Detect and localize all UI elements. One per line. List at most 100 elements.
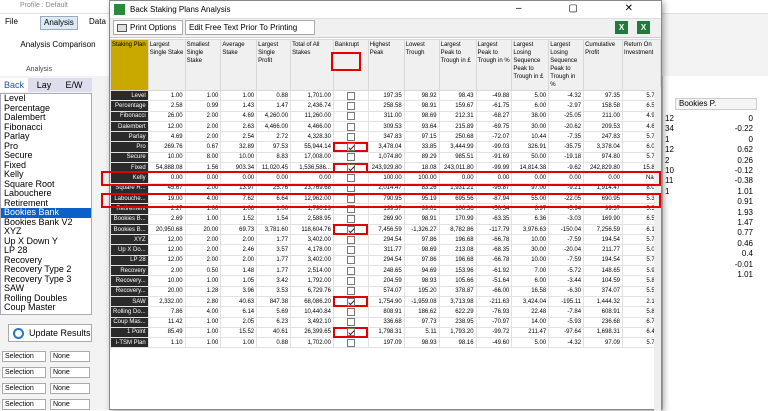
bankrupt-checkbox[interactable]	[346, 307, 355, 316]
column-header[interactable]: Total of All Stakes	[290, 39, 334, 91]
selection-dropdown[interactable]: None	[50, 383, 90, 394]
bankrupt-checkbox[interactable]	[346, 287, 355, 296]
column-header[interactable]: Largest Losing Sequence Peak to Trough i…	[548, 39, 585, 91]
selection-dropdown[interactable]: None	[50, 399, 90, 410]
table-cell: 196.68	[438, 234, 477, 246]
ribbon-tab-analysis[interactable]: Analysis	[40, 16, 78, 30]
table-row[interactable]: Level 1.00 1.00 1.00 0.88 1,701.00 197.35 98.92…	[110, 89, 661, 102]
square-root-row-highlight	[101, 193, 661, 208]
bankrupt-checkbox[interactable]	[346, 338, 355, 347]
analysis-comparison-button[interactable]: Analysis Comparison	[18, 40, 98, 49]
table-cell: 12.00	[147, 254, 186, 267]
print-options-button[interactable]: Print Options	[113, 20, 183, 35]
results-row: 2 0.26	[663, 156, 757, 166]
column-header[interactable]: Average Stake	[220, 39, 258, 91]
table-row[interactable]: LP 28 12.00 2.00 2.00 1.77 3,402.00 294.54 97.8…	[110, 254, 661, 267]
column-header[interactable]: Return On Investment	[622, 39, 661, 91]
bankrupt-checkbox[interactable]	[346, 91, 355, 100]
free-text-field[interactable]: Edit Free Text Prior To Printing	[185, 20, 315, 35]
selection-label: Selection	[2, 367, 46, 378]
table-cell: -91.69	[475, 151, 513, 164]
table-row[interactable]: 1 Point 85.49 1.00 15.52 40.61 26,399.65 1,798…	[110, 326, 661, 339]
table-cell: 5.00	[511, 337, 550, 349]
bankrupt-checkbox[interactable]	[346, 122, 355, 131]
selection-dropdown[interactable]: None	[50, 367, 90, 378]
results-cell: 12	[665, 145, 674, 155]
table-row[interactable]: Parlay 4.69 2.00 2.54 2.72 4,328.30 347.83 97.1…	[110, 131, 661, 143]
table-cell: 6.00	[511, 275, 550, 287]
bankrupt-checkbox[interactable]	[346, 266, 355, 275]
bankrupt-checkbox[interactable]	[346, 276, 355, 285]
table-row[interactable]: Up X Do... 12.00 2.00 2.46 3.57 4,178.00 311.7…	[110, 244, 661, 256]
bankrupt-checkbox[interactable]	[346, 225, 355, 234]
table-cell: 1.77	[256, 254, 292, 267]
bankrupt-checkbox[interactable]	[346, 153, 355, 162]
column-header[interactable]: Largest Losing Sequence Peak to Trough i…	[511, 39, 550, 91]
table-row[interactable]: i-TSM Plan 1.10 1.00 1.00 0.88 1,702.00 197.09…	[110, 337, 661, 349]
tab-back[interactable]: Back	[0, 78, 28, 92]
ribbon-tab-file[interactable]: File	[2, 16, 21, 30]
table-cell: 4.00	[184, 306, 222, 318]
table-row[interactable]: Pro 269.76 0.67 32.89 97.53 55,944.14 3,478.04…	[110, 141, 661, 153]
table-row[interactable]: Coup Mas... 11.42 1.00 2.05 6.23 3,492.10 336.…	[110, 316, 661, 328]
results-cell: 0	[748, 114, 753, 123]
table-row[interactable]: Recovery... 20.00 1.28 3.96 3.53 6,729.76 574.…	[110, 285, 661, 297]
column-header[interactable]: Largest Single Stake	[147, 39, 186, 91]
table-row[interactable]: Fibonacci 26.00 2.00 4.69 4,260.00 11,260.00 3…	[110, 110, 661, 122]
excel-open-icon[interactable]: X	[637, 21, 650, 34]
window-title-bar: Back Staking Plans Analysis – ▢ ✕	[110, 1, 661, 19]
column-header[interactable]: Lowest Trough	[403, 39, 440, 91]
table-row[interactable]: Bookies B... 2.69 1.00 1.52 1.54 2,588.95 269.…	[110, 213, 661, 225]
strategy-item[interactable]: Coup Master	[1, 302, 91, 313]
column-header[interactable]: Largest Peak to Trough in %	[475, 39, 513, 91]
tab-lay[interactable]: Lay	[30, 78, 58, 92]
table-row[interactable]: Rolling Do... 7.86 4.00 6.14 5.69 10,440.84 80…	[110, 306, 661, 318]
ribbon-tab-data[interactable]: Data	[86, 16, 109, 30]
table-cell: 1.77	[256, 265, 292, 277]
table-cell: 32.89	[220, 141, 258, 153]
table-row[interactable]: Recovery 2.00 0.50 1.48 1.77 2,514.00 248.65 94…	[110, 265, 661, 277]
column-header[interactable]: Staking Plan	[110, 39, 149, 91]
table-cell: 336.68	[367, 316, 405, 328]
table-cell: -1,959.08	[403, 295, 440, 308]
staking-plan-name: Bookies B...	[110, 223, 149, 236]
bankrupt-checkbox[interactable]	[346, 318, 355, 327]
window-controls[interactable]: – ▢ ✕	[516, 3, 655, 14]
bankrupt-checkbox[interactable]	[346, 101, 355, 110]
excel-export-icon[interactable]: X	[615, 21, 628, 34]
bankrupt-checkbox[interactable]	[346, 112, 355, 121]
table-cell: 847.38	[256, 295, 292, 308]
selection-filter-row: Selection None	[2, 350, 90, 363]
column-header[interactable]: Highest Peak	[367, 39, 405, 91]
column-header[interactable]: Largest Single Profit	[256, 39, 292, 91]
staking-plan-name: LP 28	[110, 254, 149, 267]
table-row[interactable]: Dalembert 12.00 2.00 2.63 4,466.00 4,466.00 30…	[110, 120, 661, 133]
bankrupt-checkbox[interactable]	[346, 143, 355, 152]
column-header[interactable]: Cumulative Profit	[583, 39, 623, 91]
table-row[interactable]: Secure 10.00 8.00 10.00 8.83 17,008.00 1,074.8…	[110, 151, 661, 164]
vertical-scrollbar[interactable]	[654, 87, 661, 411]
table-row[interactable]: Bookies B... 20,950.68 20.00 69.73 3,781.60 1…	[110, 223, 661, 236]
selection-dropdown[interactable]: None	[50, 351, 90, 362]
table-cell: 33.85	[403, 141, 440, 153]
table-row[interactable]: Recovery... 10.00 1.00 1.05 3.42 1,792.00 204.…	[110, 275, 661, 287]
toolbar: Print Options Edit Free Text Prior To Pr…	[110, 19, 661, 38]
bankrupt-checkbox[interactable]	[346, 256, 355, 265]
column-header[interactable]: Smallest Single Stake	[184, 39, 222, 91]
bankrupt-checkbox[interactable]	[346, 235, 355, 244]
table-cell: 2.58	[147, 100, 186, 112]
table-row[interactable]: SAW 2,332.00 2.80 40.63 847.38 68,086.20 1,754…	[110, 295, 661, 308]
tab-ew[interactable]: E/W	[60, 78, 88, 92]
table-row[interactable]: XYZ 12.00 2.00 2.00 1.77 3,402.00 294.54 97.86 1…	[110, 234, 661, 246]
table-cell: 3,402.00	[290, 254, 334, 267]
bankrupt-checkbox[interactable]	[346, 328, 355, 337]
update-results-button[interactable]: Update Results	[8, 324, 92, 342]
bankrupt-checkbox[interactable]	[346, 297, 355, 306]
staking-plan-name: Pro	[110, 141, 149, 153]
bankrupt-checkbox[interactable]	[346, 215, 355, 224]
column-header[interactable]: Largest Peak to Trough in £	[438, 39, 477, 91]
strategy-list[interactable]: Level Percentage Dalembert Fibonacci Parlay P…	[0, 93, 92, 315]
bankrupt-checkbox[interactable]	[346, 246, 355, 255]
bankrupt-checkbox[interactable]	[346, 132, 355, 141]
table-row[interactable]: Percentage 2.58 0.99 1.43 1.47 2,436.74 258.58…	[110, 100, 661, 112]
